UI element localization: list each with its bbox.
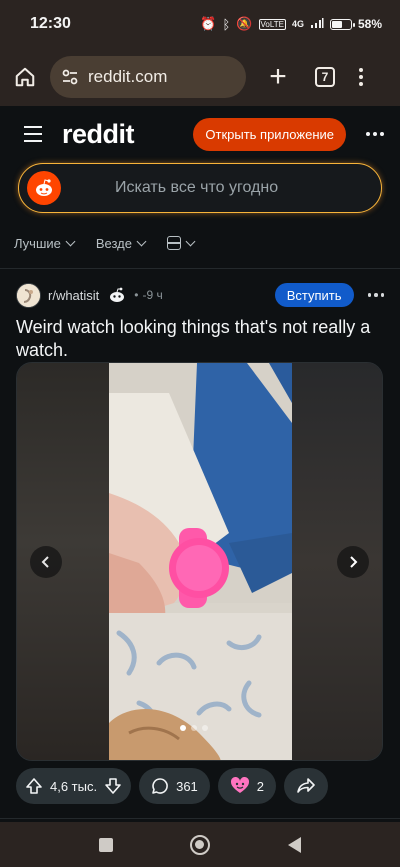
address-bar[interactable]: reddit.com [50, 56, 246, 98]
award-count: 2 [256, 778, 265, 794]
menu-icon[interactable] [24, 126, 42, 142]
status-icons: ⏰ ᛒ 🔕 VoLTE 4G 58% [200, 16, 382, 32]
back-button[interactable] [288, 836, 302, 853]
separator-dot: • [134, 288, 139, 302]
url-text: reddit.com [88, 67, 168, 86]
share-button[interactable] [284, 768, 329, 804]
gallery-dot [180, 725, 186, 731]
post-time: -9 ч [142, 288, 163, 302]
gallery-pagination [180, 725, 208, 731]
sort-dropdown[interactable]: Лучшие [14, 235, 76, 251]
battery-percent: 58% [357, 17, 382, 31]
reddit-header: reddit Открыть приложение [0, 106, 400, 162]
tab-switcher-button[interactable]: 7 [315, 67, 335, 87]
status-time: 12:30 [30, 15, 71, 32]
more-options-icon[interactable] [366, 132, 384, 136]
signal-icon [310, 17, 324, 32]
comment-count: 361 [176, 778, 198, 794]
chevron-down-icon [185, 236, 196, 246]
sort-bar: Лучшие Везде [14, 230, 216, 256]
layout-icon [166, 236, 181, 250]
new-tab-button[interactable]: + [263, 62, 293, 92]
chevron-right-icon [350, 556, 358, 568]
browser-toolbar: reddit.com + 7 [0, 48, 400, 106]
comments-button[interactable]: 361 [139, 768, 210, 804]
post-title[interactable]: Weird watch looking things that's not re… [16, 316, 376, 362]
scope-dropdown[interactable]: Везде [95, 235, 147, 251]
post-header: r/whatisit • -9 ч Вступить [16, 281, 384, 309]
scope-label: Везде [95, 235, 132, 251]
subreddit-avatar[interactable] [16, 282, 41, 308]
post-options-icon[interactable] [367, 293, 384, 297]
gallery-dot [191, 725, 197, 731]
bot-icon [110, 287, 125, 302]
share-icon [297, 778, 315, 793]
upvote-icon[interactable] [25, 777, 43, 795]
site-settings-icon[interactable] [60, 67, 80, 87]
network-label: 4G [291, 19, 304, 29]
post-actions: 4,6 тыс. 361 2 [16, 768, 329, 804]
vote-count: 4,6 тыс. [50, 778, 98, 794]
gallery-dot [202, 725, 208, 731]
downvote-icon[interactable] [104, 777, 122, 795]
volte-badge: VoLTE [258, 18, 286, 30]
post-gallery[interactable] [16, 362, 383, 761]
sort-label: Лучшие [14, 235, 61, 251]
subreddit-name[interactable]: r/whatisit [48, 288, 99, 303]
system-navigation-bar [0, 822, 400, 867]
join-button[interactable]: Вступить [274, 283, 354, 307]
alarm-icon: ⏰ [200, 16, 217, 31]
search-input[interactable]: Искать все что угодно [18, 163, 382, 213]
comment-icon [152, 778, 168, 794]
snoo-icon [27, 171, 61, 205]
search-placeholder: Искать все что угодно [115, 179, 279, 196]
awards-button[interactable]: 2 [217, 768, 277, 804]
gallery-prev-button[interactable] [30, 546, 62, 578]
divider [0, 818, 400, 819]
vote-control: 4,6 тыс. [16, 768, 132, 804]
divider [0, 268, 400, 269]
reddit-logo[interactable]: reddit [62, 119, 135, 150]
gallery-next-button[interactable] [337, 546, 369, 578]
plus-icon: + [269, 60, 287, 93]
status-bar: 12:30 ⏰ ᛒ 🔕 VoLTE 4G 58% [0, 0, 400, 48]
home-nav-button[interactable] [190, 834, 211, 855]
award-icon [230, 777, 249, 793]
bluetooth-icon: ᛒ [222, 16, 231, 32]
home-icon [15, 67, 35, 87]
chevron-down-icon [65, 236, 76, 246]
open-app-button[interactable]: Открыть приложение [193, 117, 346, 151]
chevron-down-icon [136, 236, 147, 246]
mute-icon: 🔕 [236, 16, 253, 31]
chevron-left-icon [41, 556, 49, 568]
view-dropdown[interactable] [166, 236, 196, 250]
battery-icon [329, 18, 355, 30]
post-image[interactable] [109, 363, 292, 760]
browser-menu-button[interactable] [359, 68, 363, 86]
recents-button[interactable] [98, 837, 113, 852]
home-button[interactable] [10, 62, 40, 92]
